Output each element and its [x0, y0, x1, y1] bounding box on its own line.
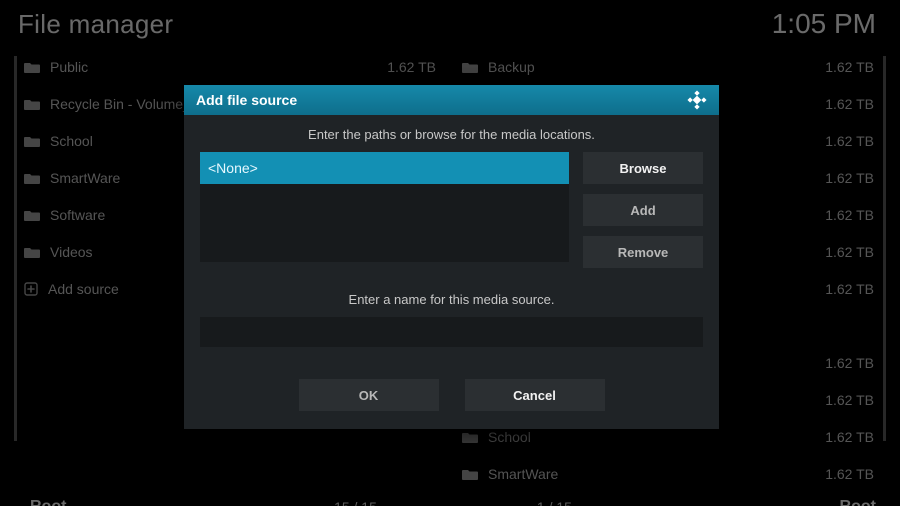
item-size: 1.62 TB: [825, 133, 878, 149]
item-size: 1.62 TB: [825, 207, 878, 223]
right-root-label: Root: [840, 498, 876, 506]
list-item[interactable]: Public 1.62 TB: [18, 48, 444, 85]
cancel-button[interactable]: Cancel: [465, 379, 605, 411]
left-root-label: Root: [30, 498, 66, 506]
add-file-source-dialog: Add file source Enter the paths or brows…: [184, 85, 719, 429]
folder-icon: [24, 209, 40, 221]
source-name-input[interactable]: [200, 317, 703, 347]
folder-icon: [24, 61, 40, 73]
path-entry[interactable]: <None>: [200, 152, 569, 184]
item-size: 1.62 TB: [825, 96, 878, 112]
folder-icon: [24, 172, 40, 184]
folder-icon: [24, 98, 40, 110]
scrollbar-left[interactable]: [14, 56, 17, 441]
list-item[interactable]: SmartWare 1.62 TB: [456, 455, 882, 492]
item-label: Public: [50, 59, 377, 75]
item-size: 1.62 TB: [825, 392, 878, 408]
item-size: 1.62 TB: [387, 59, 440, 75]
folder-icon: [462, 61, 478, 73]
add-source-icon: [24, 282, 38, 296]
item-size: 1.62 TB: [825, 170, 878, 186]
page-title: File manager: [18, 9, 173, 40]
left-count: 15 / 15: [334, 499, 377, 506]
item-label: School: [488, 429, 815, 445]
scrollbar-right[interactable]: [883, 56, 886, 441]
item-label: Backup: [488, 59, 815, 75]
item-size: 1.62 TB: [825, 355, 878, 371]
list-item[interactable]: Backup 1.62 TB: [456, 48, 882, 85]
right-count: 1 / 15: [537, 499, 572, 506]
item-size: 1.62 TB: [825, 281, 878, 297]
paths-hint: Enter the paths or browse for the media …: [200, 127, 703, 142]
item-size: 1.62 TB: [825, 59, 878, 75]
remove-path-button[interactable]: Remove: [583, 236, 703, 268]
browse-button[interactable]: Browse: [583, 152, 703, 184]
item-size: 1.62 TB: [825, 429, 878, 445]
add-path-button[interactable]: Add: [583, 194, 703, 226]
folder-icon: [462, 468, 478, 480]
folder-icon: [462, 431, 478, 443]
folder-icon: [24, 246, 40, 258]
kodi-logo-icon: [687, 90, 707, 110]
name-hint: Enter a name for this media source.: [200, 292, 703, 307]
dialog-title: Add file source: [196, 92, 297, 108]
folder-icon: [24, 135, 40, 147]
item-size: 1.62 TB: [825, 466, 878, 482]
item-label: SmartWare: [488, 466, 815, 482]
clock: 1:05 PM: [772, 8, 876, 40]
paths-list[interactable]: <None>: [200, 152, 569, 262]
ok-button[interactable]: OK: [299, 379, 439, 411]
item-size: 1.62 TB: [825, 244, 878, 260]
